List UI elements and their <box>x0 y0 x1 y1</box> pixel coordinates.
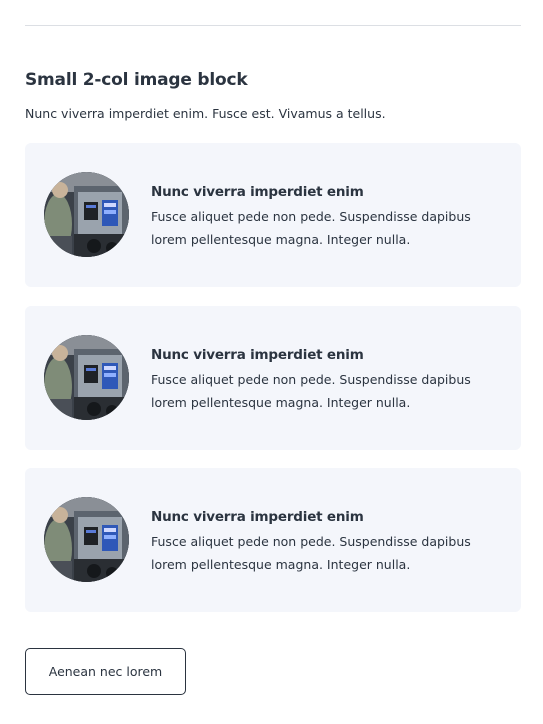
card-text: Fusce aliquet pede non pede. Suspendisse… <box>151 534 471 572</box>
card-title: Nunc viverra imperdiet enim <box>151 184 364 200</box>
photo-image <box>44 497 129 582</box>
divider <box>25 25 521 26</box>
page: Small 2-col image block Nunc viverra imp… <box>0 0 543 724</box>
card: Nunc viverra imperdiet enim Fusce alique… <box>25 143 521 287</box>
photo-image <box>44 172 129 257</box>
aenean-nec-lorem-button[interactable]: Aenean nec lorem <box>25 648 186 695</box>
card-image <box>44 172 129 257</box>
photo-image <box>44 335 129 420</box>
card: Nunc viverra imperdiet enim Fusce alique… <box>25 468 521 612</box>
card-title: Nunc viverra imperdiet enim <box>151 509 364 525</box>
card-text: Fusce aliquet pede non pede. Suspendisse… <box>151 372 471 410</box>
card: Nunc viverra imperdiet enim Fusce alique… <box>25 306 521 450</box>
section-title: Small 2-col image block <box>25 70 248 90</box>
card-image <box>44 497 129 582</box>
card-image <box>44 335 129 420</box>
card-text: Fusce aliquet pede non pede. Suspendisse… <box>151 209 471 247</box>
card-title: Nunc viverra imperdiet enim <box>151 347 364 363</box>
section-subtitle: Nunc viverra imperdiet enim. Fusce est. … <box>25 106 386 121</box>
